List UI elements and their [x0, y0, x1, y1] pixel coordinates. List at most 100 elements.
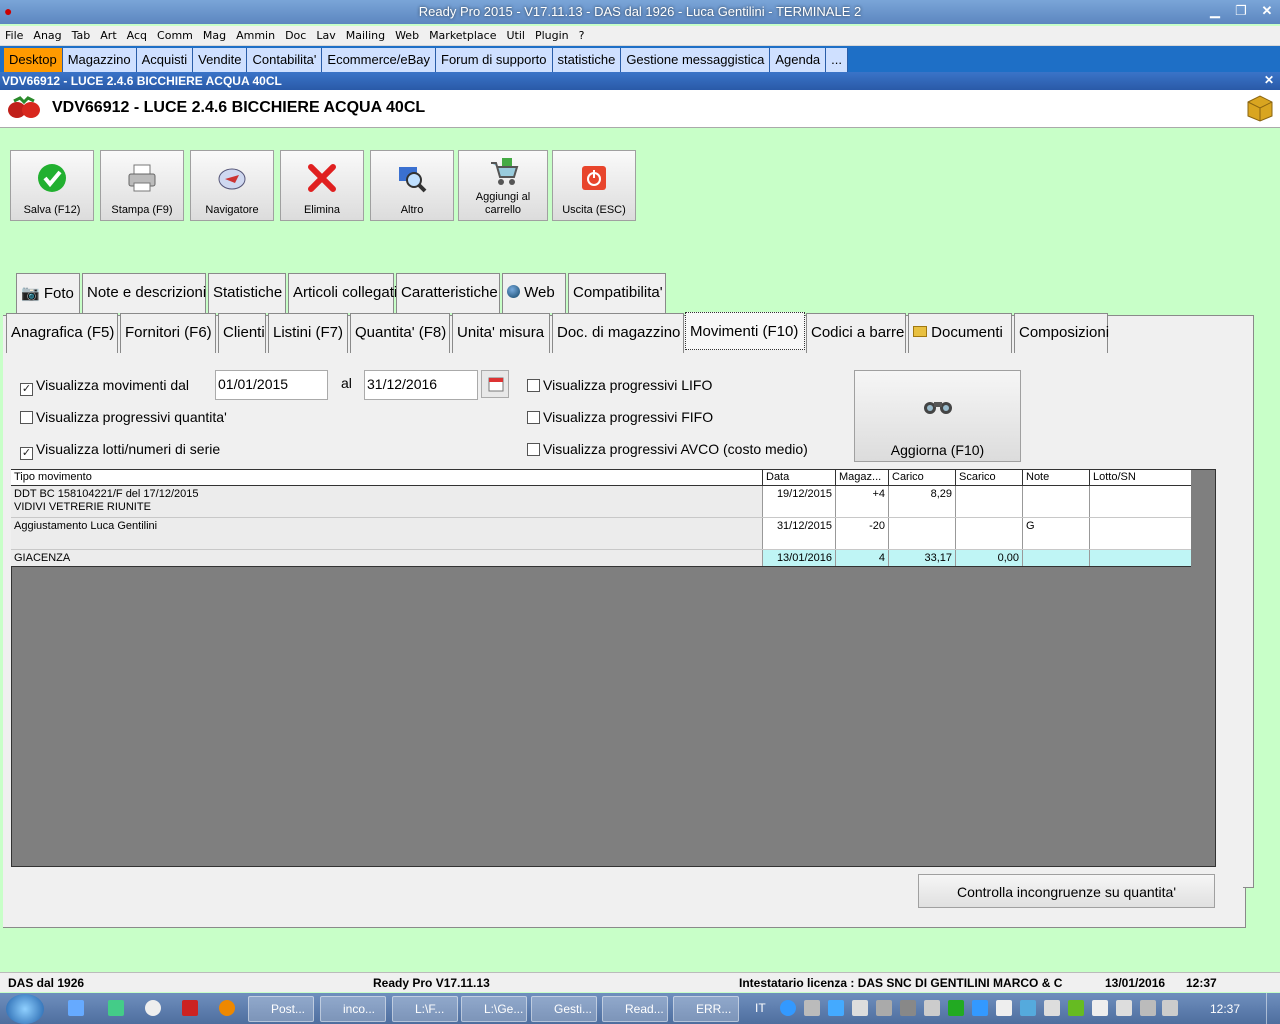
task-post[interactable]: Post...	[248, 996, 314, 1022]
menu-marketplace[interactable]: Marketplace	[424, 26, 501, 42]
tray-icon[interactable]	[900, 1000, 916, 1016]
tab-foto[interactable]: 📷 Foto	[16, 273, 80, 313]
firefox-icon[interactable]	[219, 1000, 235, 1016]
tray-icon[interactable]	[1020, 1000, 1036, 1016]
language-indicator[interactable]: IT	[755, 1001, 766, 1015]
show-desktop-button[interactable]	[1266, 993, 1280, 1024]
tab-articoli-collegati[interactable]: Articoli collegati	[288, 273, 397, 313]
tray-icon[interactable]	[876, 1000, 892, 1016]
network-tray-icon[interactable]	[1140, 1000, 1156, 1016]
module-tab-contabilita[interactable]: Contabilita'	[247, 48, 323, 72]
table-row[interactable]: Aggiustamento Luca Gentilini 31/12/2015 …	[11, 518, 1191, 550]
module-tab-magazzino[interactable]: Magazzino	[62, 48, 137, 72]
menu-lav[interactable]: Lav	[311, 26, 340, 42]
network-icon[interactable]	[108, 1000, 124, 1016]
menu-plugin[interactable]: Plugin	[530, 26, 574, 42]
module-tab-vendite[interactable]: Vendite	[193, 48, 248, 72]
quicklaunch-icon[interactable]	[68, 1000, 84, 1016]
menu-doc[interactable]: Doc	[280, 26, 311, 42]
tray-icon[interactable]	[972, 1000, 988, 1016]
tab-compatibilita[interactable]: Compatibilita'	[568, 273, 666, 313]
tab-codici-barre[interactable]: Codici a barre	[806, 313, 906, 353]
filezilla-icon[interactable]	[182, 1000, 198, 1016]
tab-listini[interactable]: Listini (F7)	[268, 313, 348, 353]
check-inconsistencies-button[interactable]: Controlla incongruenze su quantita'	[918, 874, 1215, 908]
task-err[interactable]: ERR...	[673, 996, 739, 1022]
help-tray-icon[interactable]	[780, 1000, 796, 1016]
tray-icon[interactable]	[804, 1000, 820, 1016]
close-button[interactable]: ✕	[1255, 2, 1279, 20]
volume-tray-icon[interactable]	[1162, 1000, 1178, 1016]
tab-caratteristiche[interactable]: Caratteristiche	[396, 273, 500, 313]
menu-art[interactable]: Art	[95, 26, 121, 42]
col-carico[interactable]: Carico	[888, 470, 955, 486]
tab-unita-misura[interactable]: Unita' misura	[452, 313, 550, 353]
task-explorer-ge[interactable]: L:\Ge...	[461, 996, 527, 1022]
delete-button[interactable]: Elimina	[280, 150, 364, 221]
avco-checkbox[interactable]: Visualizza progressivi AVCO (costo medio…	[527, 441, 808, 457]
document-close-icon[interactable]: ✕	[1264, 73, 1274, 87]
table-row[interactable]: DDT BC 158104221/F del 17/12/2015 VIDIVI …	[11, 486, 1191, 518]
prog-qty-checkbox[interactable]: Visualizza progressivi quantita'	[20, 409, 227, 425]
refresh-button[interactable]: Aggiorna (F10)	[854, 370, 1021, 462]
minimize-button[interactable]: ▁	[1203, 2, 1227, 20]
restore-button[interactable]: ❐	[1229, 2, 1253, 20]
module-tab-messaggistica[interactable]: Gestione messaggistica	[621, 48, 771, 72]
col-note[interactable]: Note	[1022, 470, 1089, 486]
tray-icon[interactable]	[948, 1000, 964, 1016]
module-tab-acquisti[interactable]: Acquisti	[136, 48, 194, 72]
task-explorer-f[interactable]: L:\F...	[392, 996, 458, 1022]
tray-icon[interactable]	[852, 1000, 868, 1016]
col-tipo[interactable]: Tipo movimento	[11, 470, 762, 486]
show-moves-checkbox[interactable]: ✓ Visualizza movimenti dal	[20, 377, 189, 396]
navigator-button[interactable]: Navigatore	[190, 150, 274, 221]
menu-file[interactable]: File	[0, 26, 28, 42]
table-row-total[interactable]: GIACENZA 13/01/2016 4 33,17 0,00	[11, 550, 1191, 567]
more-button[interactable]: Altro	[370, 150, 454, 221]
col-lotto[interactable]: Lotto/SN	[1089, 470, 1191, 486]
date-to-field[interactable]: 31/12/2016	[364, 370, 478, 400]
flag-tray-icon[interactable]	[1092, 1000, 1108, 1016]
menu-ammin[interactable]: Ammin	[231, 26, 280, 42]
tab-fornitori[interactable]: Fornitori (F6)	[120, 313, 216, 353]
menu-tab[interactable]: Tab	[67, 26, 96, 42]
task-gesti[interactable]: Gesti...	[531, 996, 597, 1022]
menu-mag[interactable]: Mag	[198, 26, 231, 42]
lifo-checkbox[interactable]: Visualizza progressivi LIFO	[527, 377, 712, 393]
tab-movimenti[interactable]: Movimenti (F10)	[685, 312, 805, 350]
start-button[interactable]	[6, 994, 44, 1024]
tab-doc-magazzino[interactable]: Doc. di magazzino	[552, 313, 684, 353]
col-data[interactable]: Data	[762, 470, 835, 486]
calendar-button[interactable]	[481, 370, 509, 398]
menu-web[interactable]: Web	[390, 26, 424, 42]
tab-quantita[interactable]: Quantita' (F8)	[350, 313, 450, 353]
menu-mailing[interactable]: Mailing	[341, 26, 390, 42]
module-tab-forum[interactable]: Forum di supporto	[436, 48, 553, 72]
save-button[interactable]: Salva (F12)	[10, 150, 94, 221]
module-tab-agenda[interactable]: Agenda	[770, 48, 827, 72]
tray-icon[interactable]	[996, 1000, 1012, 1016]
print-button[interactable]: Stampa (F9)	[100, 150, 184, 221]
module-tab-more[interactable]: ...	[826, 48, 848, 72]
printer-tray-icon[interactable]	[1044, 1000, 1060, 1016]
menu-help[interactable]: ?	[574, 26, 590, 42]
module-tab-ecommerce[interactable]: Ecommerce/eBay	[322, 48, 436, 72]
date-from-field[interactable]: 01/01/2015	[215, 370, 328, 400]
tray-icon[interactable]	[828, 1000, 844, 1016]
menu-anag[interactable]: Anag	[28, 26, 66, 42]
menu-acq[interactable]: Acq	[122, 26, 152, 42]
tab-statistiche[interactable]: Statistiche	[208, 273, 286, 313]
module-tab-desktop[interactable]: Desktop	[4, 48, 63, 72]
app-icon[interactable]	[145, 1000, 161, 1016]
exit-button[interactable]: Uscita (ESC)	[552, 150, 636, 221]
tray-icon[interactable]	[1116, 1000, 1132, 1016]
lots-checkbox[interactable]: ✓ Visualizza lotti/numeri di serie	[20, 441, 220, 460]
tab-web[interactable]: Web	[502, 273, 566, 313]
col-scarico[interactable]: Scarico	[955, 470, 1022, 486]
tab-clienti[interactable]: Clienti	[218, 313, 266, 353]
tab-composizioni[interactable]: Composizioni	[1014, 313, 1109, 353]
nvidia-tray-icon[interactable]	[1068, 1000, 1084, 1016]
tab-documenti[interactable]: Documenti	[908, 313, 1012, 353]
menu-comm[interactable]: Comm	[152, 26, 198, 42]
tab-note[interactable]: Note e descrizioni	[82, 273, 206, 313]
